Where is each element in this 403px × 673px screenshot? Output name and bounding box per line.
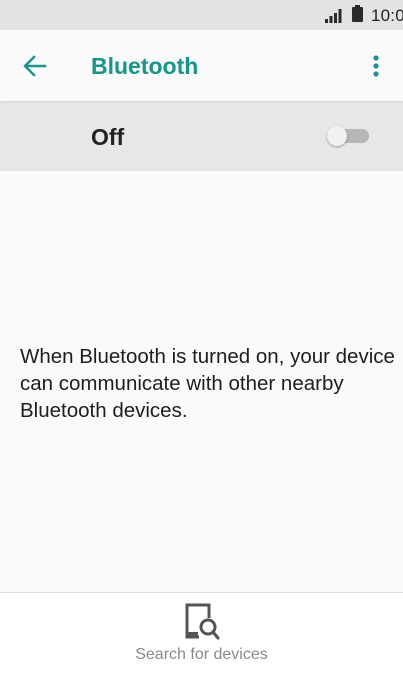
search-devices-button[interactable]: Search for devices: [110, 593, 293, 673]
page-title: Bluetooth: [91, 53, 199, 79]
bottom-bar: Search for devices: [0, 592, 403, 673]
back-arrow-icon[interactable]: [22, 54, 48, 78]
device-search-icon: [185, 603, 220, 640]
battery-icon: [352, 5, 363, 22]
app-bar: Bluetooth: [0, 30, 403, 101]
bluetooth-switch[interactable]: [327, 126, 371, 146]
switch-thumb: [327, 126, 347, 146]
toggle-label: Off: [91, 124, 125, 150]
signal-icon: [325, 9, 342, 23]
bluetooth-toggle-row[interactable]: Off: [0, 101, 403, 171]
status-bar: 10:00: [0, 0, 403, 30]
more-vert-icon[interactable]: [364, 52, 388, 80]
status-time: 10:00: [371, 6, 403, 25]
search-devices-label: Search for devices: [135, 646, 268, 663]
bluetooth-description: When Bluetooth is turned on, your device…: [20, 345, 395, 422]
